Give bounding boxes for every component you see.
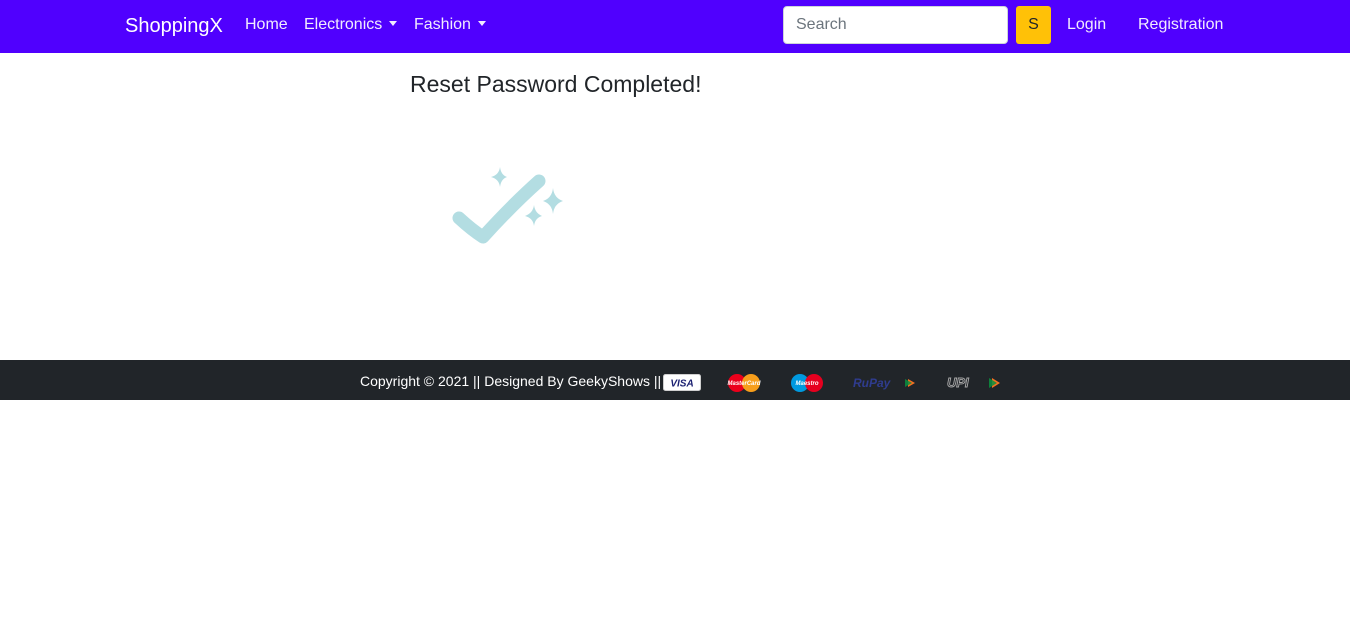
page-title: Reset Password Completed! — [410, 71, 702, 97]
nav-registration-link[interactable]: Registration — [1138, 15, 1223, 35]
rupay-logo: RuPay — [853, 376, 915, 390]
upi-logo: UPI — [947, 375, 1000, 390]
svg-text:VISA: VISA — [670, 379, 693, 390]
caret-down-icon — [477, 21, 486, 26]
nav-electronics-label: Electronics — [304, 16, 383, 33]
mastercard-logo: MasterCard — [727, 374, 761, 392]
nav-registration-label: Registration — [1138, 16, 1224, 33]
nav-home-label: Home — [245, 16, 288, 33]
svg-text:MasterCard: MasterCard — [727, 381, 760, 387]
nav-fashion-label: Fashion — [414, 16, 471, 33]
caret-down-icon — [389, 21, 398, 26]
copyright-text: Copyright © 2021 || Designed By GeekySho… — [360, 373, 662, 389]
svg-text:UPI: UPI — [947, 375, 969, 390]
search-input[interactable] — [783, 6, 1008, 44]
nav-fashion-dropdown[interactable]: Fashion — [414, 15, 486, 35]
nav-login-link[interactable]: Login — [1067, 15, 1106, 35]
nav-home-link[interactable]: Home — [245, 15, 288, 35]
site-footer: Copyright © 2021 || Designed By GeekySho… — [0, 360, 1350, 400]
nav-login-label: Login — [1067, 16, 1107, 33]
svg-text:RuPay: RuPay — [853, 376, 892, 390]
svg-text:Maestro: Maestro — [795, 381, 818, 387]
top-navbar: ShoppingX Home Electronics Fashion S Log… — [0, 0, 1350, 53]
checkmark-sparkles-icon — [436, 150, 571, 260]
search-button[interactable]: S — [1016, 6, 1051, 44]
brand-logo[interactable]: ShoppingX — [125, 13, 223, 39]
visa-logo: VISA — [663, 374, 701, 391]
nav-electronics-dropdown[interactable]: Electronics — [304, 15, 398, 35]
maestro-logo: Maestro — [791, 374, 823, 392]
